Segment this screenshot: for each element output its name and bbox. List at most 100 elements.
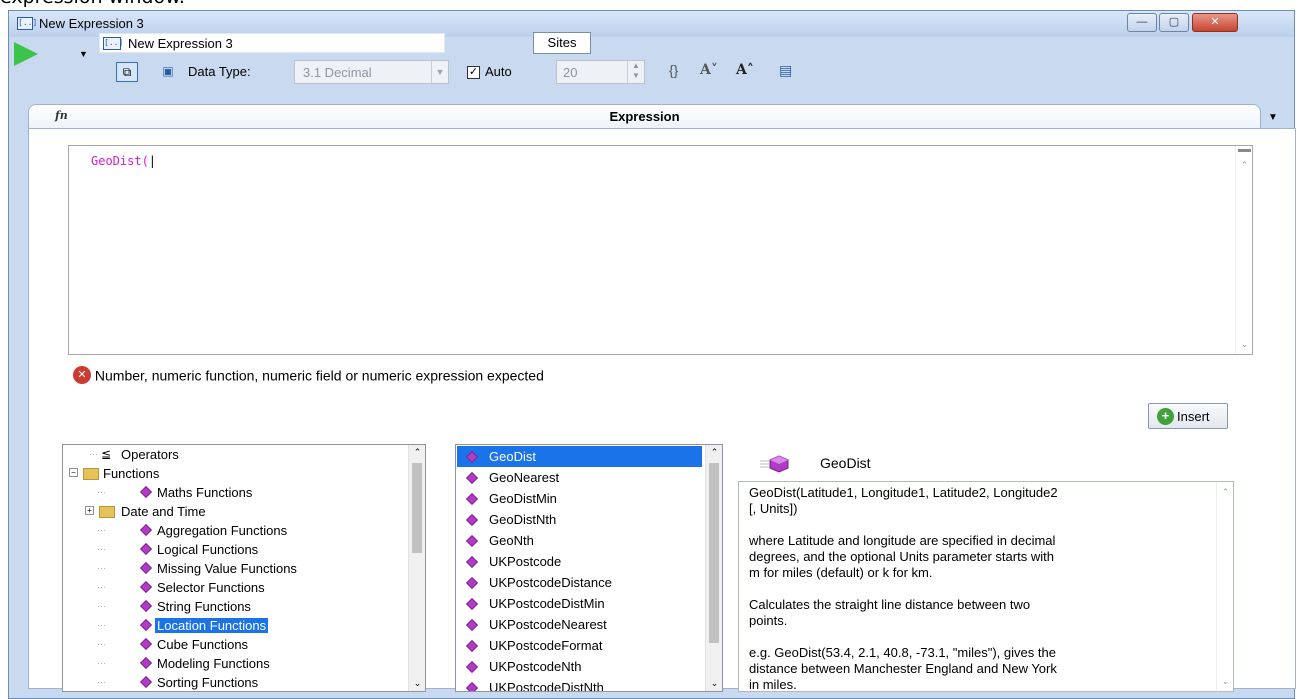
run-dropdown-arrow-icon[interactable]: ▼	[79, 49, 88, 59]
tree-connector: ···	[97, 582, 106, 592]
chevron-down-icon: ▼	[431, 61, 448, 83]
font-increase-icon[interactable]: A˄	[736, 62, 754, 78]
scroll-down-icon[interactable]: ⌄	[1236, 339, 1253, 350]
tree-connector: ···	[97, 620, 106, 630]
precision-stepper[interactable]: 20 ▲ ▼	[556, 60, 645, 84]
maximize-button[interactable]: ▢	[1159, 13, 1189, 32]
help-scrollbar[interactable]: ⌃ ⌄	[1216, 482, 1233, 691]
tree-item-label: Sorting Functions	[157, 675, 259, 690]
tab-expression[interactable]: fn Expression	[28, 104, 1261, 128]
tree-connector: ···	[97, 658, 106, 668]
braces-icon[interactable]: {}	[669, 62, 678, 78]
tree-item-label: Selector Functions	[157, 580, 265, 595]
precision-value: 20	[563, 65, 578, 80]
list-item-label: GeoDistMin	[489, 491, 557, 506]
tree-item-label: Logical Functions	[157, 542, 259, 557]
list-item-geodist[interactable]: GeoDist	[457, 446, 702, 467]
scroll-down-icon[interactable]: ⌄	[706, 678, 722, 689]
scroll-down-icon[interactable]: ⌄	[1217, 676, 1233, 687]
sites-button[interactable]: Sites	[533, 32, 591, 54]
function-list-scrollbar[interactable]: ⌃ ⌄	[705, 445, 722, 691]
scroll-up-icon[interactable]: ⌃	[706, 447, 722, 458]
list-item-label: UKPostcodeDistNth	[489, 680, 604, 692]
tree-item-label: Maths Functions	[157, 485, 253, 500]
function-gem-icon	[139, 561, 153, 575]
expression-icon: [..]	[103, 37, 123, 50]
list-item-ukpostcodenearest[interactable]: UKPostcodeNearest	[457, 614, 702, 635]
function-gem-icon	[465, 534, 479, 548]
stepper-arrows-icon[interactable]: ▲ ▼	[627, 61, 644, 83]
function-gem-icon	[465, 492, 479, 506]
copy-icon[interactable]: ⧉	[116, 62, 138, 82]
expression-name-field[interactable]: [..] New Expression 3	[99, 33, 445, 53]
tree-connector: ···	[97, 639, 106, 649]
tree-scrollbar[interactable]: ⌃ ⌄	[408, 445, 425, 691]
help-text: GeoDist(Latitude1, Longitude1, Latitude2…	[749, 485, 1058, 692]
data-type-label: Data Type:	[188, 64, 251, 79]
function-gem-icon	[465, 681, 479, 691]
operators-icon: ≦	[101, 447, 112, 461]
list-item-geonearest[interactable]: GeoNearest	[457, 467, 702, 488]
category-tree[interactable]: ··· ≦ Operators − Functions ··· Maths Fu…	[62, 444, 426, 692]
tab-dropdown-icon[interactable]: ▼	[1268, 112, 1278, 123]
list-item-label: UKPostcodeDistance	[489, 575, 612, 590]
auto-label: Auto	[485, 64, 512, 79]
save-icon[interactable]: ▣	[157, 62, 179, 82]
function-gem-icon	[465, 597, 479, 611]
list-item-label: GeoNearest	[489, 470, 560, 485]
editor-scrollbar[interactable]: ⌃ ⌄	[1235, 146, 1252, 354]
expression-editor[interactable]: GeoDist(| ⌃ ⌄	[68, 145, 1253, 355]
page-caption: expression window.	[0, 0, 185, 8]
scroll-up-icon[interactable]: ⌃	[409, 447, 425, 458]
tree-item-label: Aggregation Functions	[157, 523, 288, 538]
list-item-geodistmin[interactable]: GeoDistMin	[457, 488, 702, 509]
insert-button[interactable]: + Insert	[1148, 403, 1228, 429]
tree-connector: ···	[97, 544, 106, 554]
window-title: New Expression 3	[39, 16, 144, 31]
auto-checkbox[interactable]: ✓	[467, 66, 480, 79]
function-gem-icon	[139, 523, 153, 537]
tree-connector: ···	[89, 449, 98, 459]
expand-icon[interactable]: +	[85, 506, 94, 515]
folder-icon	[99, 506, 115, 518]
function-gem-icon	[760, 455, 789, 473]
function-list[interactable]: GeoDist GeoNearest GeoDistMin GeoDistNth…	[455, 444, 723, 692]
list-item-geonth[interactable]: GeoNth	[457, 530, 702, 551]
scroll-up-icon[interactable]: ⌃	[1236, 160, 1253, 171]
expression-window-icon: [..]	[17, 17, 37, 30]
expression-tab-title: Expression	[609, 109, 680, 124]
function-gem-icon	[139, 618, 153, 632]
data-type-select[interactable]: 3.1 Decimal ▼	[294, 60, 449, 84]
help-title: GeoDist	[820, 455, 871, 471]
error-icon: ✕	[73, 366, 91, 385]
collapse-icon[interactable]: −	[69, 468, 78, 477]
list-item-label: UKPostcodeNth	[489, 659, 582, 674]
run-icon[interactable]	[14, 42, 38, 66]
list-item-ukpostcodedistmin[interactable]: UKPostcodeDistMin	[457, 593, 702, 614]
minimize-button[interactable]: —	[1127, 13, 1157, 32]
scroll-up-icon[interactable]: ⌃	[1217, 487, 1233, 498]
function-gem-icon	[465, 471, 479, 485]
function-gem-icon	[139, 542, 153, 556]
list-item-geodistnth[interactable]: GeoDistNth	[457, 509, 702, 530]
list-item-ukpostcodedistnth[interactable]: UKPostcodeDistNth	[457, 677, 702, 692]
list-item-ukpostcodeformat[interactable]: UKPostcodeFormat	[457, 635, 702, 656]
folder-icon	[83, 468, 99, 480]
scroll-thumb[interactable]	[412, 463, 422, 553]
scroll-down-icon[interactable]: ⌄	[409, 678, 425, 689]
palette-icon[interactable]: ▤	[779, 62, 792, 79]
plus-circle-icon: +	[1157, 408, 1174, 425]
error-message: Number, numeric function, numeric field …	[94, 367, 544, 384]
list-item-label: GeoDistNth	[489, 512, 557, 527]
function-gem-icon	[465, 450, 479, 464]
list-item-ukpostcode[interactable]: UKPostcode	[457, 551, 702, 572]
tree-item-label: Date and Time	[121, 504, 206, 519]
scroll-grip	[1238, 149, 1251, 152]
font-decrease-icon[interactable]: A˅	[700, 62, 718, 78]
function-gem-icon	[465, 639, 479, 653]
tree-connector: ···	[97, 563, 106, 573]
scroll-thumb[interactable]	[709, 463, 719, 643]
close-button[interactable]: ✕	[1192, 13, 1238, 32]
list-item-ukpostcodedistance[interactable]: UKPostcodeDistance	[457, 572, 702, 593]
list-item-ukpostcodenth[interactable]: UKPostcodeNth	[457, 656, 702, 677]
